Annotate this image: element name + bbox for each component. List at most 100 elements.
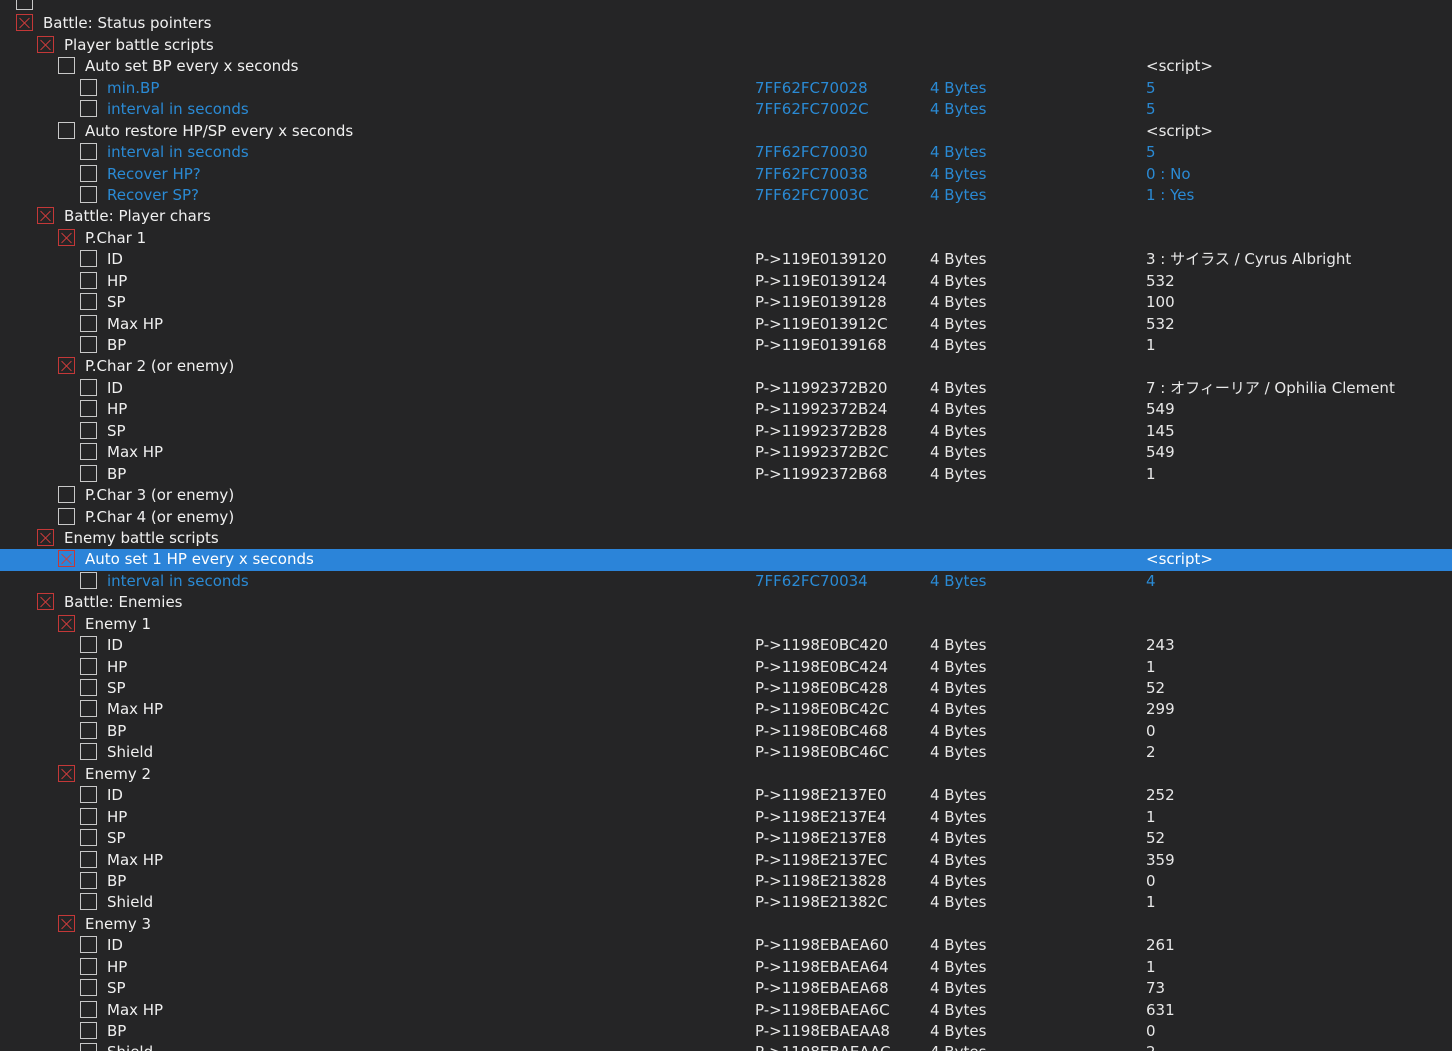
- table-row[interactable]: Shield P->1198E0BC46C 4 Bytes 2: [0, 742, 1452, 763]
- activate-checkbox-checked[interactable]: [58, 614, 75, 632]
- table-row[interactable]: Recover HP? 7FF62FC70038 4 Bytes 0 : No: [0, 164, 1452, 185]
- activate-checkbox[interactable]: [80, 378, 97, 396]
- activate-checkbox[interactable]: [80, 657, 97, 675]
- entry-value[interactable]: 1: [1146, 464, 1156, 485]
- activate-checkbox[interactable]: [80, 850, 97, 868]
- entry-value[interactable]: 549: [1146, 399, 1175, 420]
- entry-value[interactable]: 100: [1146, 292, 1175, 313]
- table-row[interactable]: BP P->1198E213828 4 Bytes 0: [0, 871, 1452, 892]
- entry-value[interactable]: 549: [1146, 442, 1175, 463]
- entry-value[interactable]: 3 : サイラス / Cyrus Albright: [1146, 249, 1351, 270]
- table-row[interactable]: Max HP P->1198E2137EC 4 Bytes 359: [0, 850, 1452, 871]
- table-row[interactable]: Battle: Enemies: [0, 592, 1452, 613]
- table-row[interactable]: HP P->1198EBAEA64 4 Bytes 1: [0, 957, 1452, 978]
- table-row[interactable]: SP P->119E0139128 4 Bytes 100: [0, 292, 1452, 313]
- table-row[interactable]: BP P->1198E0BC468 4 Bytes 0: [0, 721, 1452, 742]
- activate-checkbox[interactable]: [58, 121, 75, 139]
- table-row[interactable]: Shield P->1198EBAEAAC 4 Bytes 2: [0, 1042, 1452, 1051]
- entry-value[interactable]: 0: [1146, 721, 1156, 742]
- table-row[interactable]: BP P->11992372B68 4 Bytes 1: [0, 464, 1452, 485]
- entry-value[interactable]: 0 : No: [1146, 164, 1191, 185]
- activate-checkbox[interactable]: [80, 571, 97, 589]
- table-row[interactable]: ID P->1198E0BC420 4 Bytes 243: [0, 635, 1452, 656]
- table-row[interactable]: BP P->1198EBAEAA8 4 Bytes 0: [0, 1021, 1452, 1042]
- activate-checkbox[interactable]: [80, 957, 97, 975]
- table-row[interactable]: SP P->1198E2137E8 4 Bytes 52: [0, 828, 1452, 849]
- table-row[interactable]: Max HP P->1198EBAEA6C 4 Bytes 631: [0, 1000, 1452, 1021]
- activate-checkbox-checked[interactable]: [37, 207, 54, 225]
- entry-value[interactable]: 5: [1146, 142, 1156, 163]
- activate-checkbox[interactable]: [80, 293, 97, 311]
- entry-value[interactable]: 243: [1146, 635, 1175, 656]
- table-row[interactable]: ID P->119E0139120 4 Bytes 3 : サイラス / Cyr…: [0, 249, 1452, 270]
- cheat-table-list[interactable]: Battle: Status pointers Player battle sc…: [0, 0, 1452, 1051]
- activate-checkbox[interactable]: [80, 464, 97, 482]
- activate-checkbox[interactable]: [16, 0, 33, 10]
- entry-value[interactable]: <script>: [1146, 121, 1213, 142]
- table-row[interactable]: Recover SP? 7FF62FC7003C 4 Bytes 1 : Yes: [0, 185, 1452, 206]
- entry-value[interactable]: 73: [1146, 978, 1165, 999]
- table-row[interactable]: Shield P->1198E21382C 4 Bytes 1: [0, 892, 1452, 913]
- entry-value[interactable]: 2: [1146, 1042, 1156, 1051]
- activate-checkbox[interactable]: [80, 78, 97, 96]
- activate-checkbox-checked[interactable]: [37, 528, 54, 546]
- table-row[interactable]: Max HP P->1198E0BC42C 4 Bytes 299: [0, 699, 1452, 720]
- entry-value[interactable]: 1 : Yes: [1146, 185, 1194, 206]
- table-row[interactable]: interval in seconds 7FF62FC70034 4 Bytes…: [0, 571, 1452, 592]
- table-row[interactable]: P.Char 2 (or enemy): [0, 356, 1452, 377]
- activate-checkbox[interactable]: [58, 57, 75, 75]
- entry-value[interactable]: 631: [1146, 1000, 1175, 1021]
- entry-value[interactable]: 2: [1146, 742, 1156, 763]
- entry-value[interactable]: 261: [1146, 935, 1175, 956]
- activate-checkbox[interactable]: [80, 721, 97, 739]
- entry-value[interactable]: 359: [1146, 850, 1175, 871]
- activate-checkbox[interactable]: [80, 786, 97, 804]
- entry-value[interactable]: 4: [1146, 571, 1156, 592]
- activate-checkbox-checked[interactable]: [58, 228, 75, 246]
- entry-value[interactable]: 299: [1146, 699, 1175, 720]
- activate-checkbox[interactable]: [80, 743, 97, 761]
- table-row[interactable]: interval in seconds 7FF62FC7002C 4 Bytes…: [0, 99, 1452, 120]
- activate-checkbox[interactable]: [80, 807, 97, 825]
- activate-checkbox[interactable]: [80, 893, 97, 911]
- activate-checkbox[interactable]: [80, 1022, 97, 1039]
- entry-value[interactable]: 252: [1146, 785, 1175, 806]
- table-row[interactable]: Auto set BP every x seconds <script>: [0, 56, 1452, 77]
- activate-checkbox[interactable]: [80, 936, 97, 954]
- table-row[interactable]: SP P->11992372B28 4 Bytes 145: [0, 421, 1452, 442]
- table-row[interactable]: Enemy battle scripts: [0, 528, 1452, 549]
- table-row[interactable]: P.Char 4 (or enemy): [0, 507, 1452, 528]
- table-row[interactable]: Max HP P->119E013912C 4 Bytes 532: [0, 314, 1452, 335]
- activate-checkbox-checked[interactable]: [37, 35, 54, 53]
- activate-checkbox[interactable]: [80, 250, 97, 268]
- activate-checkbox[interactable]: [80, 400, 97, 418]
- entry-value[interactable]: 1: [1146, 335, 1156, 356]
- table-row[interactable]: HP P->119E0139124 4 Bytes 532: [0, 271, 1452, 292]
- table-row[interactable]: Max HP P->11992372B2C 4 Bytes 549: [0, 442, 1452, 463]
- activate-checkbox[interactable]: [80, 871, 97, 889]
- activate-checkbox-checked[interactable]: [37, 593, 54, 611]
- activate-checkbox-checked[interactable]: [58, 550, 75, 568]
- table-row[interactable]: Player battle scripts: [0, 35, 1452, 56]
- activate-checkbox[interactable]: [58, 507, 75, 525]
- table-row[interactable]: interval in seconds 7FF62FC70030 4 Bytes…: [0, 142, 1452, 163]
- table-row[interactable]: Enemy 3: [0, 914, 1452, 935]
- activate-checkbox[interactable]: [80, 314, 97, 332]
- table-row[interactable]: Enemy 1: [0, 614, 1452, 635]
- table-row[interactable]: Battle: Status pointers: [0, 13, 1452, 34]
- activate-checkbox[interactable]: [80, 185, 97, 203]
- entry-value[interactable]: <script>: [1146, 56, 1213, 77]
- entry-value[interactable]: 1: [1146, 957, 1156, 978]
- entry-value[interactable]: 1: [1146, 657, 1156, 678]
- activate-checkbox[interactable]: [80, 636, 97, 654]
- entry-value[interactable]: 0: [1146, 1021, 1156, 1042]
- table-row[interactable]: Enemy 2: [0, 764, 1452, 785]
- table-row[interactable]: Auto set 1 HP every x seconds <script>: [0, 549, 1452, 571]
- activate-checkbox[interactable]: [80, 143, 97, 161]
- entry-value[interactable]: 1: [1146, 807, 1156, 828]
- table-row[interactable]: BP P->119E0139168 4 Bytes 1: [0, 335, 1452, 356]
- activate-checkbox[interactable]: [80, 679, 97, 696]
- table-row[interactable]: HP P->11992372B24 4 Bytes 549: [0, 399, 1452, 420]
- entry-value[interactable]: 532: [1146, 271, 1175, 292]
- table-row[interactable]: ID P->1198EBAEA60 4 Bytes 261: [0, 935, 1452, 956]
